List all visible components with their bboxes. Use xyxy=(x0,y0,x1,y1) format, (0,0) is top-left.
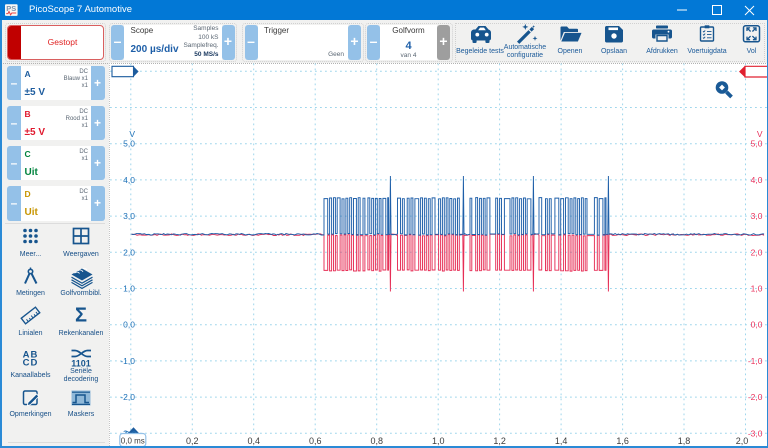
svg-text:2,0: 2,0 xyxy=(736,436,749,446)
svg-text:5,0: 5,0 xyxy=(751,139,763,149)
svg-text:3,0: 3,0 xyxy=(123,211,135,221)
svg-text:0,8: 0,8 xyxy=(370,436,383,446)
svg-text:V: V xyxy=(757,129,763,139)
svg-text:CD: CD xyxy=(23,358,39,369)
svg-text:4,0: 4,0 xyxy=(123,175,135,185)
svg-text:1,8: 1,8 xyxy=(678,436,691,446)
svg-text:2,0: 2,0 xyxy=(751,247,763,257)
svg-text:0,0: 0,0 xyxy=(751,320,763,330)
svg-text:0,2: 0,2 xyxy=(186,436,199,446)
svg-text:0,6: 0,6 xyxy=(309,436,322,446)
svg-text:0,0 ms: 0,0 ms xyxy=(121,436,145,445)
svg-text:1,0: 1,0 xyxy=(123,284,135,294)
svg-text:2,0: 2,0 xyxy=(123,247,135,257)
svg-text:3,0: 3,0 xyxy=(751,211,763,221)
svg-text:PS: PS xyxy=(6,4,16,13)
svg-text:-2,0: -2,0 xyxy=(120,392,135,402)
svg-text:-1,0: -1,0 xyxy=(120,356,135,366)
svg-text:1,4: 1,4 xyxy=(555,436,568,446)
svg-text:0,4: 0,4 xyxy=(247,436,260,446)
svg-text:1,0: 1,0 xyxy=(751,284,763,294)
svg-text:Σ: Σ xyxy=(75,305,87,327)
svg-text:-2,0: -2,0 xyxy=(748,392,763,402)
svg-text:-1,0: -1,0 xyxy=(748,356,763,366)
svg-text:4,0: 4,0 xyxy=(751,175,763,185)
svg-text:-3,0: -3,0 xyxy=(748,428,763,438)
svg-text:5,0: 5,0 xyxy=(123,139,135,149)
svg-text:1,6: 1,6 xyxy=(616,436,629,446)
svg-text:0,0: 0,0 xyxy=(123,320,135,330)
svg-text:1,0: 1,0 xyxy=(432,436,445,446)
svg-text:1,2: 1,2 xyxy=(493,436,506,446)
svg-text:V: V xyxy=(129,129,135,139)
